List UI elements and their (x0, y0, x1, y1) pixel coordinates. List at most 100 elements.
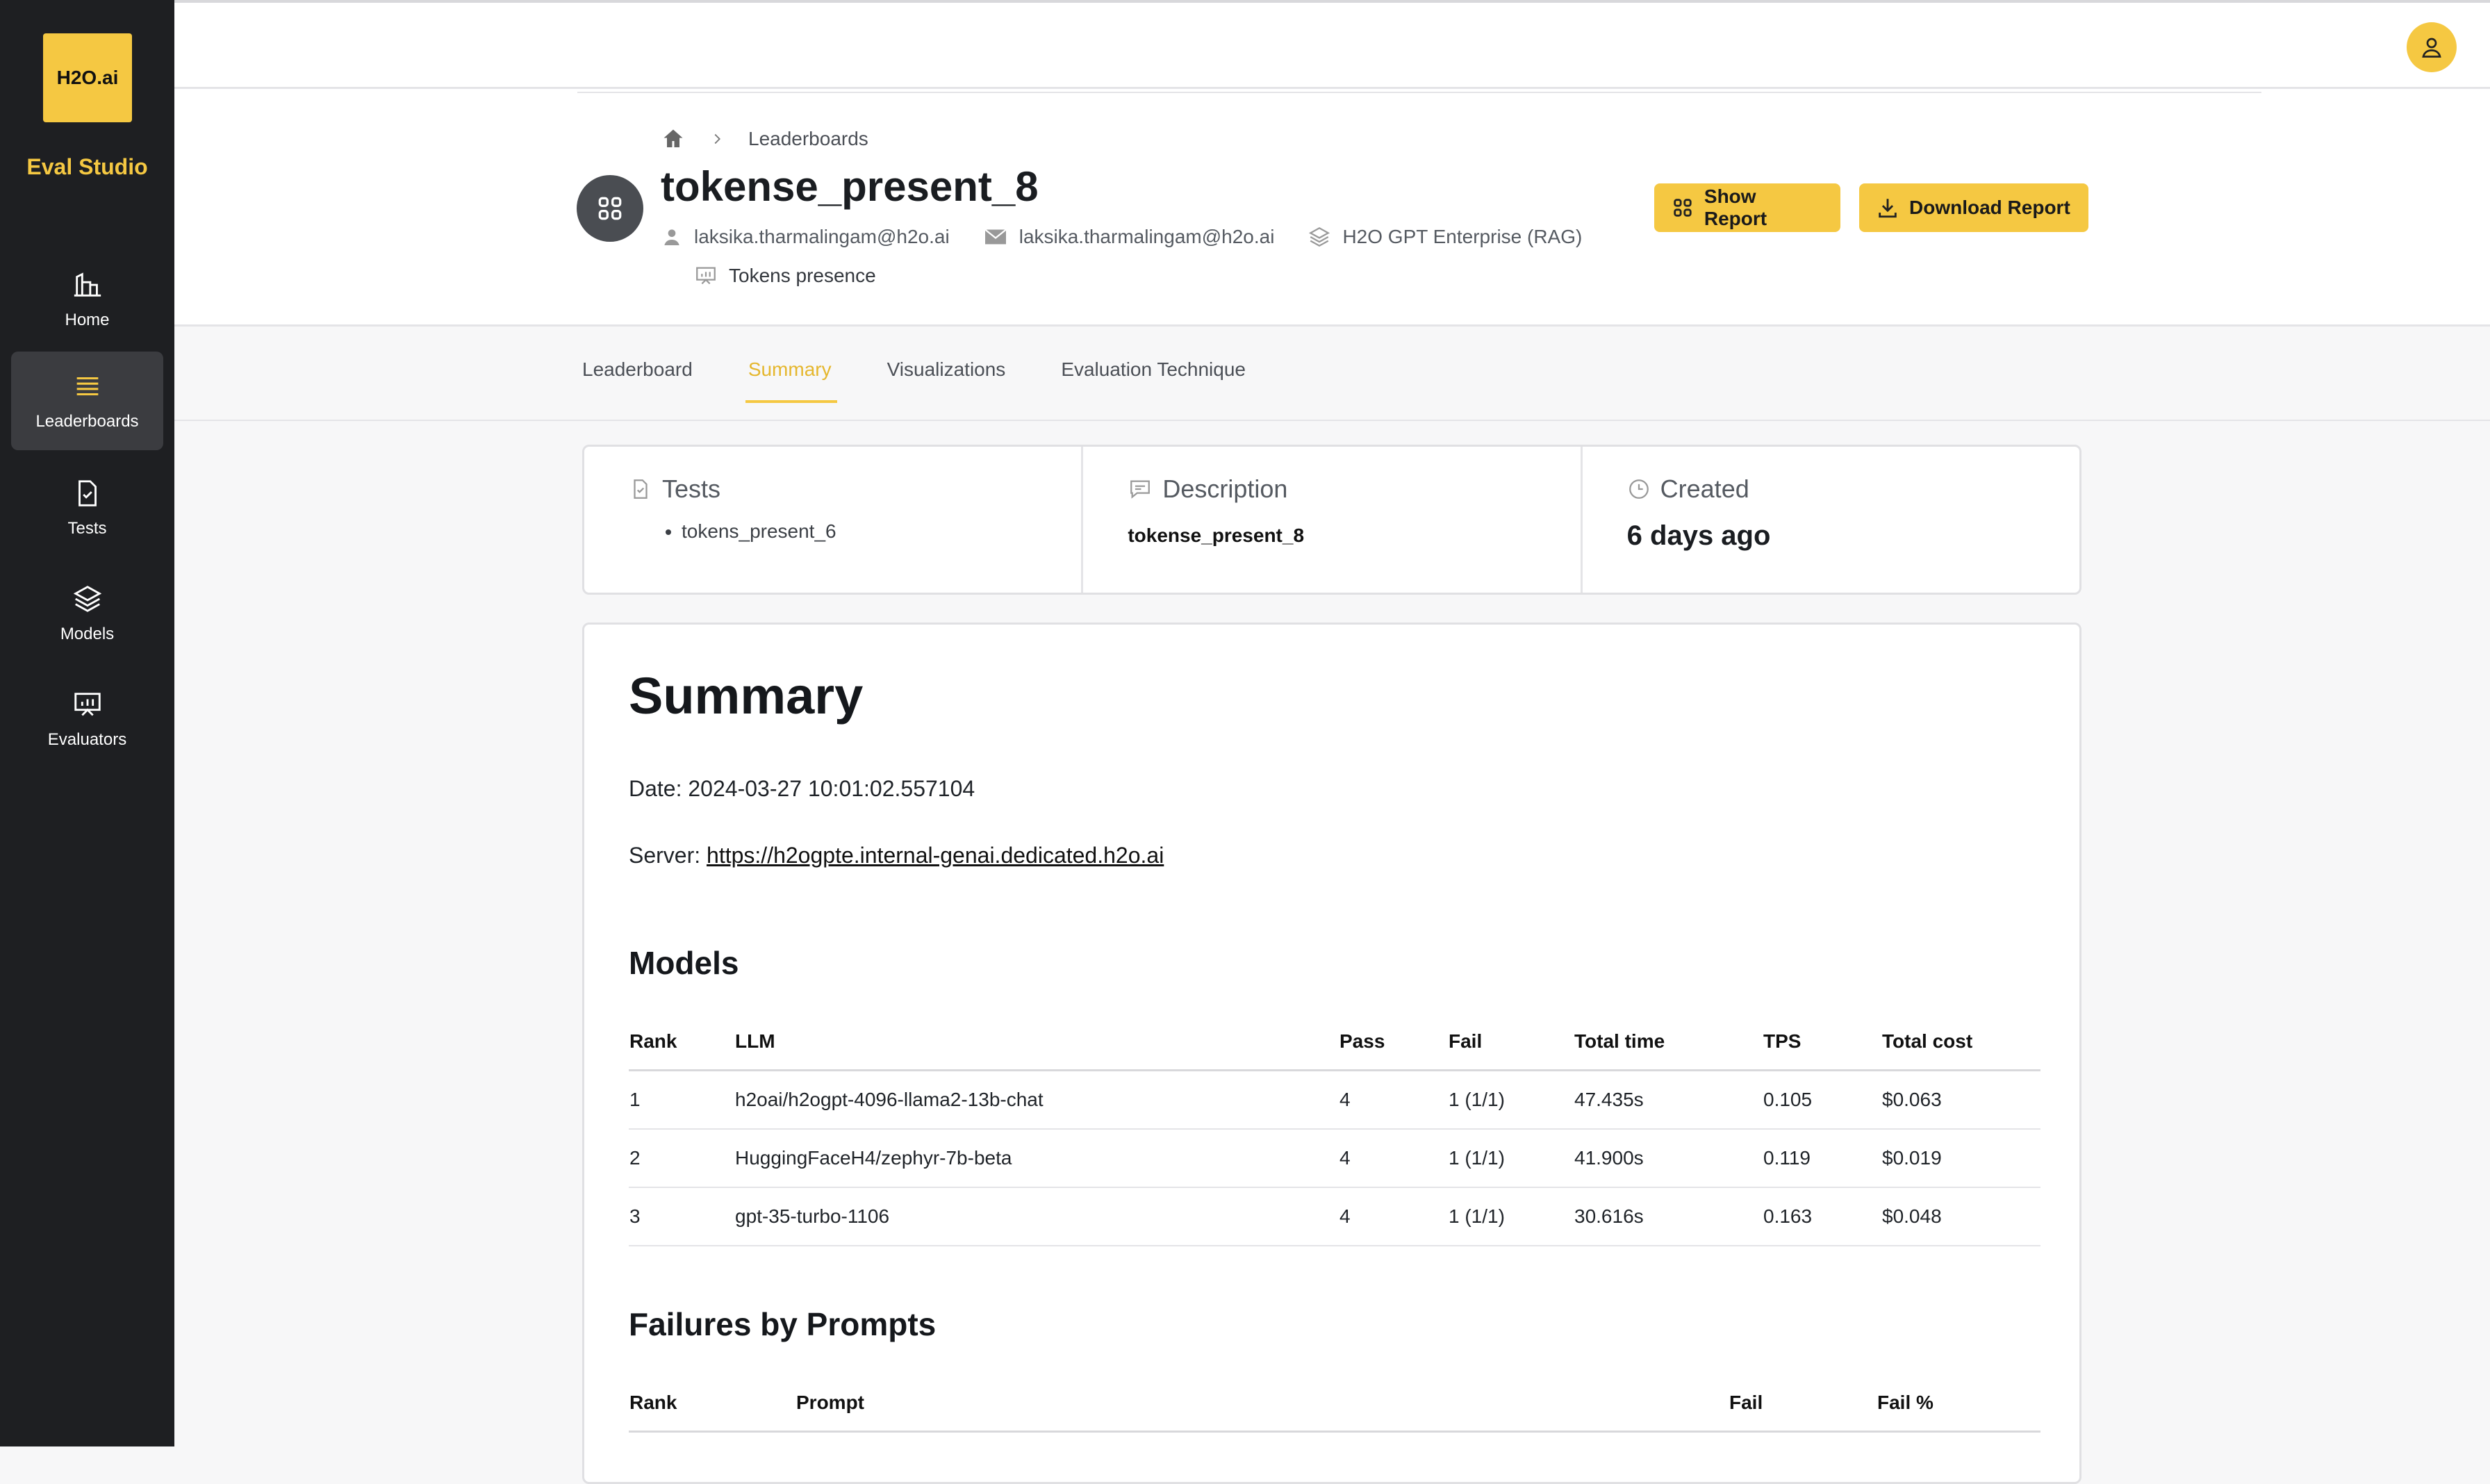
leaderboard-avatar (577, 175, 643, 242)
user-icon (2422, 38, 2441, 58)
cell: $0.048 (1881, 1187, 2040, 1246)
description-text: tokense_present_8 (1128, 525, 1305, 546)
cell: HuggingFaceH4/zephyr-7b-beta (734, 1129, 1339, 1188)
top-bar (174, 0, 2490, 89)
tests-card: Tests tokens_present_6 (584, 447, 1084, 593)
cell: gpt-35-turbo-1106 (734, 1187, 1339, 1246)
home-breadcrumb-icon[interactable] (661, 126, 686, 151)
created-text: 6 days ago (1626, 520, 1771, 551)
comment-icon (1130, 480, 1151, 499)
model-type-meta: H2O GPT Enterprise (RAG) (1308, 225, 1582, 249)
column-header: LLM (734, 1014, 1339, 1071)
show-report-button[interactable]: Show Report (1654, 183, 1840, 232)
cell: 41.900s (1574, 1129, 1763, 1188)
tab-leaderboard[interactable]: Leaderboard (582, 358, 693, 402)
owner-meta: laksika.tharmalingam@h2o.ai (661, 225, 950, 249)
tests-icon (78, 480, 97, 506)
description-card: Description tokense_present_8 (1083, 447, 1583, 593)
divider (174, 420, 2490, 421)
tab-evaluation-technique[interactable]: Evaluation Technique (1061, 358, 1246, 402)
info-cards: Tests tokens_present_6 Description token… (582, 445, 2081, 595)
tests-title: Tests (662, 475, 721, 503)
sidebar-item-tests[interactable]: Tests (11, 459, 163, 557)
table-header-row: Rank LLM Pass Fail Total time TPS Total … (629, 1014, 2040, 1071)
email-text: laksika.tharmalingam@h2o.ai (1019, 226, 1275, 247)
column-header: Prompt (795, 1375, 1729, 1433)
cell: 1 (1/1) (1448, 1129, 1574, 1188)
sidebar-item-home[interactable]: Home (11, 250, 163, 349)
table-row: 1 h2oai/h2ogpt-4096-llama2-13b-chat 4 1 … (629, 1070, 2040, 1130)
column-header: Fail (1729, 1375, 1877, 1433)
evaluator-icon (696, 267, 716, 285)
models-heading: Models (629, 945, 739, 981)
cell: 0.119 (1763, 1129, 1881, 1188)
sidebar-item-leaderboards[interactable]: Leaderboards (11, 352, 163, 450)
tab-visualizations[interactable]: Visualizations (887, 358, 1006, 402)
divider (577, 92, 2261, 93)
tab-bar: Leaderboard Summary Visualizations Evalu… (582, 358, 1246, 403)
summary-title: Summary (629, 667, 864, 725)
summary-server: Server: https://h2ogpte.internal-genai.d… (629, 843, 1164, 868)
description-title: Description (1162, 475, 1288, 503)
table-row: 2 HuggingFaceH4/zephyr-7b-beta 4 1 (1/1)… (629, 1129, 2040, 1188)
cell: 1 (1/1) (1448, 1070, 1574, 1130)
cell: 2 (629, 1129, 734, 1188)
created-title: Created (1660, 475, 1749, 503)
column-header: Total cost (1881, 1014, 2040, 1071)
cell: 47.435s (1574, 1070, 1763, 1130)
sidebar-item-label: Tests (67, 519, 107, 538)
column-header: Pass (1339, 1014, 1448, 1071)
grid-icon (598, 197, 622, 220)
cell: 0.163 (1763, 1187, 1881, 1246)
h2o-logo[interactable]: H2O.ai (43, 33, 132, 122)
test-file-icon (634, 479, 648, 499)
created-card: Created 6 days ago (1583, 447, 2079, 593)
user-menu-button[interactable] (2407, 22, 2457, 72)
cell: h2oai/h2ogpt-4096-llama2-13b-chat (734, 1070, 1339, 1130)
cell: 4 (1339, 1187, 1448, 1246)
email-meta: laksika.tharmalingam@h2o.ai (983, 225, 1275, 249)
show-report-label: Show Report (1704, 186, 1767, 229)
column-header: TPS (1763, 1014, 1881, 1071)
user-icon (664, 229, 679, 245)
cell: 1 (1/1) (1448, 1187, 1574, 1246)
failures-heading: Failures by Prompts (629, 1306, 937, 1342)
cell: $0.019 (1881, 1129, 2040, 1188)
server-link[interactable]: https://h2ogpte.internal-genai.dedicated… (707, 843, 1164, 868)
mail-icon (984, 229, 1007, 245)
summary-report: Summary Date: 2024-03-27 10:01:02.557104… (582, 623, 2081, 1484)
sidebar-item-models[interactable]: Models (11, 564, 163, 663)
cell: 4 (1339, 1129, 1448, 1188)
summary-date: Date: 2024-03-27 10:01:02.557104 (629, 776, 975, 801)
cell: 30.616s (1574, 1187, 1763, 1246)
sidebar-item-label: Models (60, 625, 115, 643)
sidebar-item-label: Leaderboards (35, 412, 139, 431)
sidebar: H2O.ai Eval Studio Home Leaderboards Tes… (0, 0, 174, 1446)
failures-table: Rank Prompt Fail Fail % (629, 1375, 2040, 1433)
evaluators-icon (74, 693, 101, 716)
column-header: Total time (1574, 1014, 1763, 1071)
cell: 0.105 (1763, 1070, 1881, 1130)
leaderboards-icon (76, 377, 98, 396)
cell: 4 (1339, 1070, 1448, 1130)
cell: 3 (629, 1187, 734, 1246)
cell: 1 (629, 1070, 734, 1130)
page-title: tokense_present_8 (661, 163, 1039, 210)
clock-icon (1629, 479, 1649, 499)
test-item[interactable]: tokens_present_6 (682, 520, 1037, 543)
sidebar-item-label: Home (65, 311, 110, 329)
table-header-row: Rank Prompt Fail Fail % (629, 1375, 2040, 1433)
column-header: Rank (629, 1375, 795, 1433)
column-header: Fail (1448, 1014, 1574, 1071)
download-report-button[interactable]: Download Report (1859, 183, 2088, 232)
chevron-right-icon (714, 133, 720, 145)
sidebar-item-evaluators[interactable]: Evaluators (11, 670, 163, 768)
breadcrumb-leaderboards[interactable]: Leaderboards (748, 128, 868, 150)
layers-icon (1309, 226, 1330, 247)
tab-summary[interactable]: Summary (745, 358, 837, 403)
app-name: Eval Studio (26, 154, 148, 179)
cell: $0.063 (1881, 1070, 2040, 1130)
download-icon (1879, 199, 1897, 218)
server-label: Server: (629, 843, 707, 868)
column-header: Fail % (1877, 1375, 2040, 1433)
